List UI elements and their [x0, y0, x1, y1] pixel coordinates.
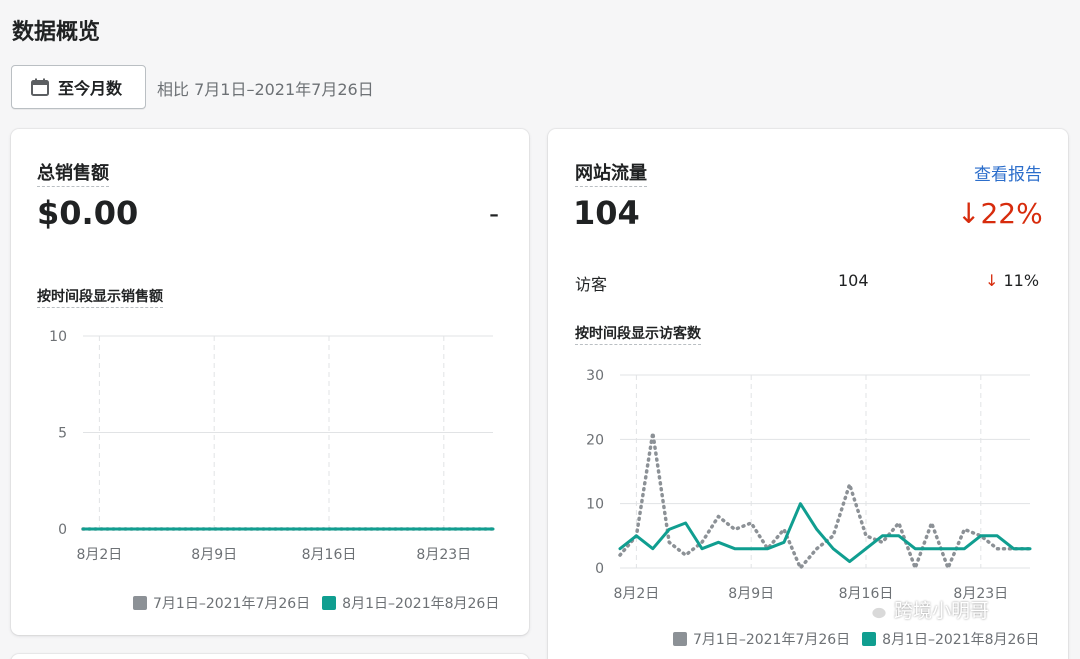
legend-item-curr[interactable]: 8月1日–2021年8月26日 — [322, 593, 499, 613]
visitors-chart-label[interactable]: 按时间段显示访客数 — [575, 323, 701, 345]
legend-label-prev: 7月1日–2021年7月26日 — [153, 596, 311, 612]
visitors-value: 104 — [838, 271, 869, 290]
legend-label-curr: 8月1日–2021年8月26日 — [882, 632, 1040, 648]
visitors-change-value: 11% — [998, 271, 1040, 290]
total-sales-card: 总销售额 $0.00 - 按时间段显示销售额 0 5 10 8月2日 8月9日 8月16日… — [11, 129, 529, 635]
website-traffic-value: 104 — [573, 194, 640, 232]
y-tick-label: 30 — [586, 368, 604, 384]
visitors-label: 访客 — [575, 275, 608, 294]
website-traffic-card: 网站流量 查看报告 104 ↓22% 访客 104 ↓ 11% 按时间段显示访客… — [548, 129, 1068, 659]
compare-range-text: 相比 7月1日–2021年7月26日 — [157, 80, 374, 99]
watermark-text: 跨境小明哥 — [894, 600, 990, 622]
legend-label-curr: 8月1日–2021年8月26日 — [342, 596, 500, 612]
x-tick-label: 8月9日 — [728, 586, 774, 602]
legend-swatch-prev — [673, 632, 687, 646]
visitors-change: ↓ 11% — [985, 271, 1039, 290]
sales-chart-label[interactable]: 按时间段显示销售额 — [37, 286, 163, 308]
legend-swatch-curr — [322, 596, 337, 610]
total-sales-title[interactable]: 总销售额 — [37, 159, 109, 187]
arrow-down-icon: ↓ — [985, 271, 999, 290]
calendar-icon — [31, 78, 49, 96]
legend-label-prev: 7月1日–2021年7月26日 — [693, 632, 851, 648]
y-tick-label: 5 — [58, 426, 67, 442]
website-traffic-change: ↓22% — [957, 197, 1043, 230]
series-line-curr — [618, 502, 1032, 564]
visitors-line-chart[interactable]: 01020308月2日 8月9日 8月16日 8月23日 — [548, 357, 1068, 617]
y-tick-label: 10 — [586, 497, 604, 513]
visitors-chart-legend: 7月1日–2021年7月26日 8月1日–2021年8月26日 — [673, 629, 1051, 649]
watermark: 跨境小明哥 — [862, 596, 989, 623]
legend-swatch-prev — [133, 596, 147, 610]
legend-item-prev[interactable]: 7月1日–2021年7月26日 — [673, 629, 850, 649]
x-tick-label: 8月2日 — [613, 586, 659, 602]
page-title: 数据概览 — [12, 20, 101, 45]
x-tick-label: 8月23日 — [416, 547, 471, 563]
sales-line-chart[interactable]: 0 5 10 8月2日 8月9日 8月16日 8月23日 — [11, 319, 529, 619]
date-range-button[interactable]: 至今月数 — [11, 65, 146, 109]
wechat-icon — [862, 599, 888, 620]
legend-item-curr[interactable]: 8月1日–2021年8月26日 — [862, 629, 1039, 649]
y-tick-label: 0 — [58, 522, 67, 538]
sales-chart-legend: 7月1日–2021年7月26日 8月1日–2021年8月26日 — [133, 593, 511, 613]
view-report-link[interactable]: 查看报告 — [974, 160, 1042, 185]
x-tick-label: 8月2日 — [76, 547, 122, 563]
website-traffic-title[interactable]: 网站流量 — [575, 159, 647, 187]
total-sales-value: $0.00 — [37, 194, 139, 232]
legend-item-prev[interactable]: 7月1日–2021年7月26日 — [133, 593, 310, 613]
total-sales-change: - — [489, 197, 500, 230]
series-line-prev — [618, 431, 1032, 570]
y-tick-label: 10 — [49, 329, 67, 345]
x-tick-label: 8月9日 — [191, 547, 237, 563]
next-card — [11, 654, 529, 659]
y-tick-label: 0 — [595, 561, 604, 577]
y-tick-label: 20 — [586, 432, 604, 448]
date-range-label: 至今月数 — [58, 79, 123, 98]
legend-swatch-curr — [862, 632, 877, 646]
x-tick-label: 8月16日 — [302, 547, 357, 563]
